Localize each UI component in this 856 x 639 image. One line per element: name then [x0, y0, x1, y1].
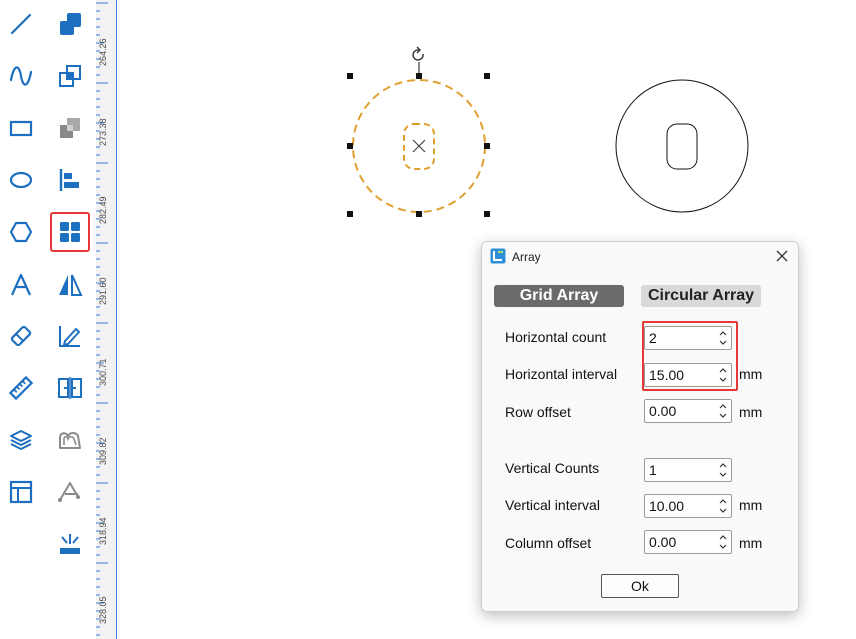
curve-icon[interactable] [3, 58, 39, 94]
vertical-counts-label: Vertical Counts [505, 460, 600, 476]
line-icon[interactable] [3, 6, 39, 42]
column-offset-value: 0.00 [649, 534, 677, 550]
tab-grid-array[interactable]: Grid Array [494, 285, 624, 307]
spin-arrows-icon[interactable] [718, 402, 728, 420]
layers-icon[interactable] [3, 422, 39, 458]
vertical-counts-value: 1 [649, 462, 657, 478]
text-icon[interactable] [3, 267, 39, 303]
column-offset-input[interactable]: 0.00 [644, 530, 732, 554]
close-icon[interactable] [774, 248, 790, 264]
vertical-counts-input[interactable]: 1 [644, 458, 732, 482]
rotate-icon[interactable] [412, 46, 424, 61]
horizontal-interval-unit: mm [739, 366, 763, 382]
edit-node-icon[interactable] [52, 318, 88, 354]
row-offset-value: 0.00 [649, 403, 677, 419]
ruler-label: 328.05 [98, 596, 108, 624]
spin-arrows-icon[interactable] [718, 461, 728, 479]
column-offset-unit: mm [739, 535, 763, 551]
selected-shape[interactable] [352, 79, 486, 213]
ellipse-icon[interactable] [3, 162, 39, 198]
spin-arrows-icon[interactable] [718, 497, 728, 515]
highlight-box [642, 321, 738, 391]
ruler-label: 264.26 [98, 38, 108, 66]
spin-arrows-icon[interactable] [718, 533, 728, 551]
ruler-label: 318.94 [98, 517, 108, 545]
ruler-label: 309.82 [98, 437, 108, 465]
vertical-interval-input[interactable]: 10.00 [644, 494, 732, 518]
row-offset-input[interactable]: 0.00 [644, 399, 732, 423]
selection-handles[interactable] [347, 62, 490, 217]
vertical-interval-value: 10.00 [649, 498, 685, 514]
array-dialog: Array Grid Array Circular Array Horizont… [481, 241, 799, 612]
horizontal-interval-label: Horizontal interval [505, 366, 618, 382]
layout-icon[interactable] [3, 474, 39, 510]
vertical-ruler: 264.26 273.38 282.49 291.60 300.71 309.8… [96, 0, 117, 639]
tab-circular-array[interactable]: Circular Array [641, 285, 761, 307]
mirror-icon[interactable] [52, 267, 88, 303]
vertical-interval-label: Vertical interval [505, 497, 600, 513]
array-copy-shape[interactable] [615, 79, 749, 213]
row-offset-unit: mm [739, 404, 763, 420]
ruler-label: 291.60 [98, 277, 108, 305]
eraser-icon[interactable] [3, 318, 39, 354]
align-left-icon[interactable] [52, 162, 88, 198]
tool-palette [0, 0, 96, 639]
ruler-label: 300.71 [98, 358, 108, 386]
rectangle-icon[interactable] [3, 110, 39, 146]
distribute-icon[interactable] [52, 370, 88, 406]
ruler-label: 273.38 [98, 118, 108, 146]
vertical-interval-unit: mm [739, 497, 763, 513]
row-offset-label: Row offset [505, 404, 571, 420]
laser-icon[interactable] [52, 526, 88, 562]
app-logo-icon [490, 248, 506, 264]
array-icon[interactable] [50, 212, 90, 252]
offset-icon[interactable] [52, 422, 88, 458]
hexagon-icon[interactable] [3, 214, 39, 250]
horizontal-count-label: Horizontal count [505, 329, 607, 345]
path-icon[interactable] [52, 474, 88, 510]
dialog-title-bar[interactable]: Array [482, 242, 798, 272]
ruler-icon[interactable] [3, 370, 39, 406]
dialog-title: Array [512, 250, 541, 264]
ruler-label: 282.49 [98, 196, 108, 224]
ok-button[interactable]: Ok [601, 574, 679, 598]
duplicate-icon[interactable] [52, 58, 88, 94]
combine-icon[interactable] [52, 6, 88, 42]
column-offset-label: Column offset [505, 535, 592, 551]
subtract-icon[interactable] [52, 110, 88, 146]
